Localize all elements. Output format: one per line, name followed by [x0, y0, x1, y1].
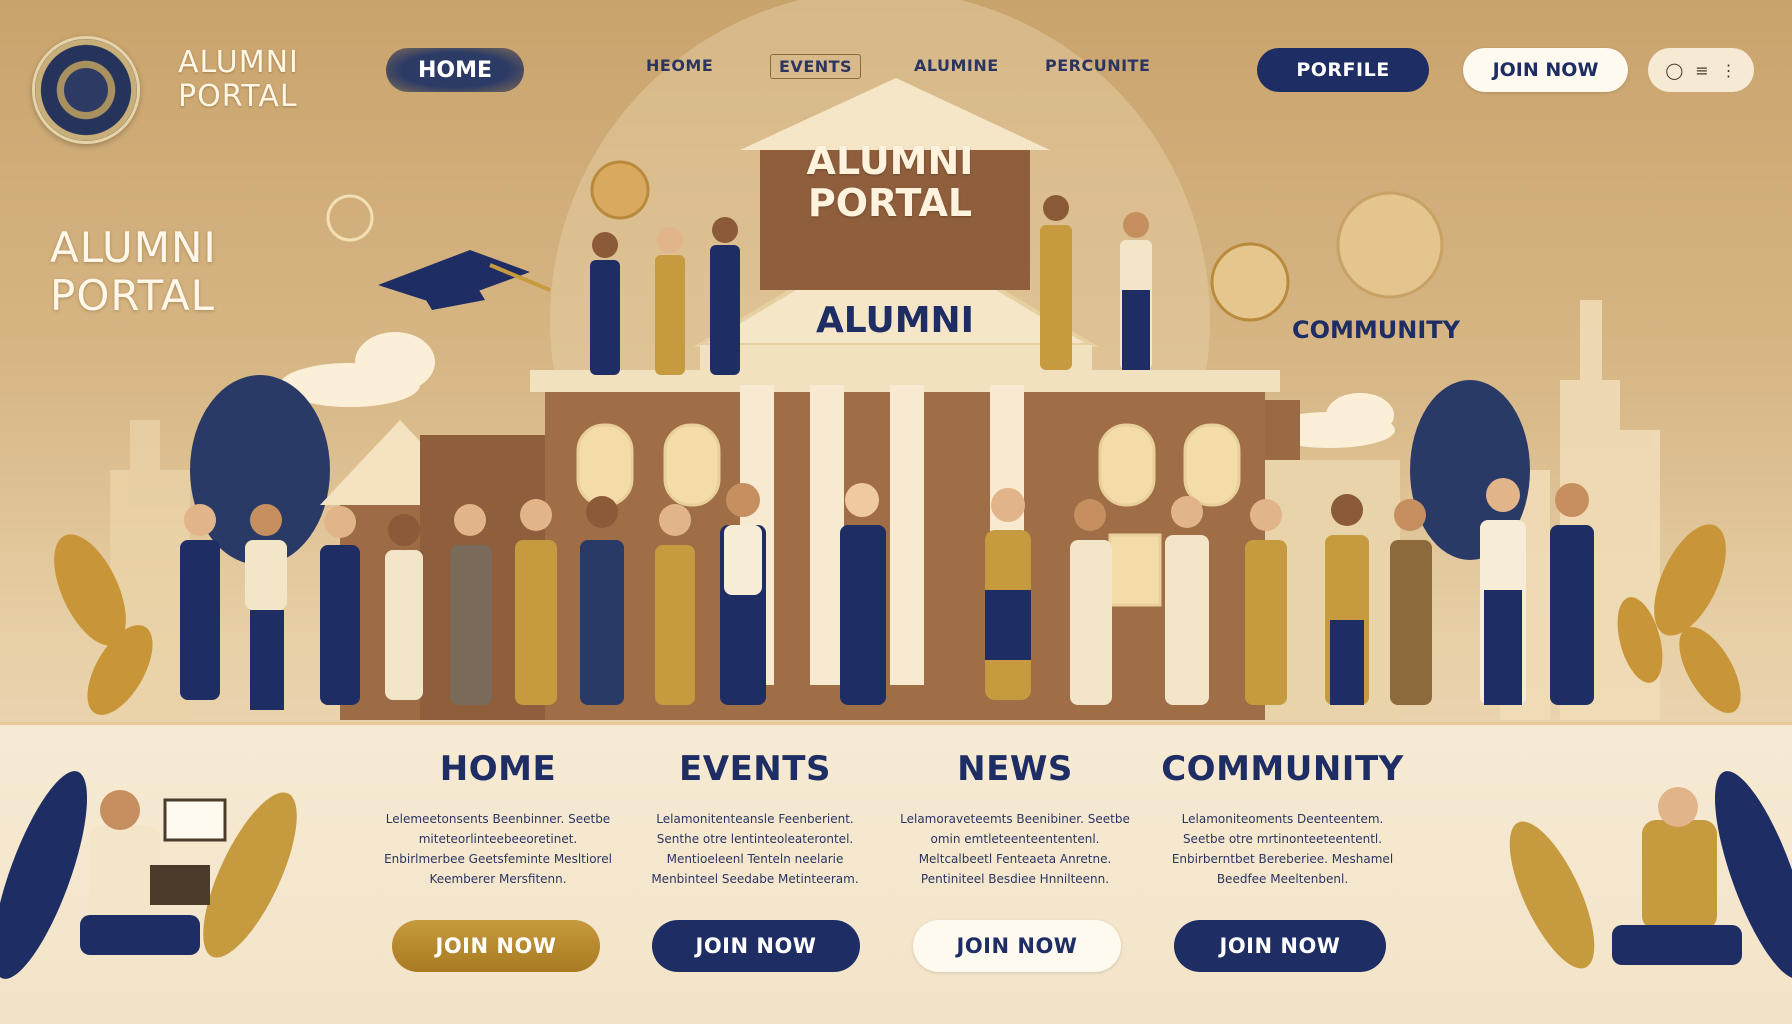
section-home: HOME Lelemeetonsents Beenbinner. Seetbe … [368, 725, 628, 889]
left-reader-illustration [0, 771, 297, 979]
building-sign: ALUMNI PORTAL [780, 140, 1000, 224]
section-events-text: Lelamonitenteansle Feenberient. Senthe o… [651, 812, 859, 886]
section-news-text: Lelamoraveteemts Beenibiner. Seetbe omin… [900, 812, 1130, 886]
section-events-join-button[interactable]: JOIN NOW [652, 920, 860, 972]
hero-title-line2: PORTAL [50, 271, 216, 320]
section-community-title: COMMUNITY [1161, 749, 1404, 789]
building-sign-line1: ALUMNI [806, 139, 974, 183]
nav-link-percunite[interactable]: PERCUNITE [1045, 56, 1150, 75]
logo-line1: ALUMNI [178, 45, 299, 80]
menu-icon[interactable]: ≡ [1695, 61, 1708, 80]
community-label: COMMUNITY [1292, 316, 1461, 344]
nav-link-alumni[interactable]: ALUMINE [914, 56, 999, 75]
section-news-join-button[interactable]: JOIN NOW [913, 920, 1121, 972]
hero-title: ALUMNI PORTAL [50, 224, 217, 320]
user-icon[interactable]: ◯ [1665, 61, 1683, 80]
section-news-title: NEWS [957, 749, 1073, 789]
top-header: ALUMNI PORTAL HOME HEOME EVENTS ALUMINE … [0, 0, 1792, 144]
section-home-join-button[interactable]: JOIN NOW [392, 920, 600, 972]
university-seal-logo[interactable] [32, 36, 140, 144]
building-pediment-label: ALUMNI [815, 300, 975, 341]
join-now-header-button[interactable]: JOIN NOW [1463, 48, 1628, 92]
nav-home-button[interactable]: HOME [386, 48, 524, 92]
section-community: COMMUNITY Lelamoniteoments Deenteentem. … [1150, 725, 1415, 889]
nav-link-home[interactable]: HEOME [646, 56, 713, 75]
section-home-title: HOME [439, 749, 557, 789]
logo-line2: PORTAL [178, 79, 298, 114]
building-sign-line2: PORTAL [807, 181, 973, 225]
section-home-text: Lelemeetonsents Beenbinner. Seetbe mitet… [384, 812, 612, 886]
section-events-title: EVENTS [679, 749, 831, 789]
more-icon[interactable]: ⋮ [1721, 61, 1737, 80]
section-events: EVENTS Lelamonitenteansle Feenberient. S… [625, 725, 885, 889]
alumni-portal-page: ALUMNI PORTAL ALUMNI ALUMNI PORTAL HOME … [0, 0, 1792, 1024]
nav-link-events[interactable]: EVENTS [770, 54, 862, 79]
section-community-text: Lelamoniteoments Deenteentem. Seetbe otr… [1171, 812, 1394, 886]
feature-sections: HOME Lelemeetonsents Beenbinner. Seetbe … [0, 725, 1792, 1024]
site-logo-text[interactable]: ALUMNI PORTAL [178, 46, 299, 114]
profile-button[interactable]: PORFILE [1257, 48, 1429, 92]
section-community-join-button[interactable]: JOIN NOW [1174, 920, 1386, 972]
header-icon-group[interactable]: ◯ ≡ ⋮ [1648, 48, 1754, 92]
hero-title-line1: ALUMNI [50, 223, 217, 272]
right-person-illustration [1509, 771, 1792, 979]
section-news: NEWS Lelamoraveteemts Beenibiner. Seetbe… [885, 725, 1145, 889]
